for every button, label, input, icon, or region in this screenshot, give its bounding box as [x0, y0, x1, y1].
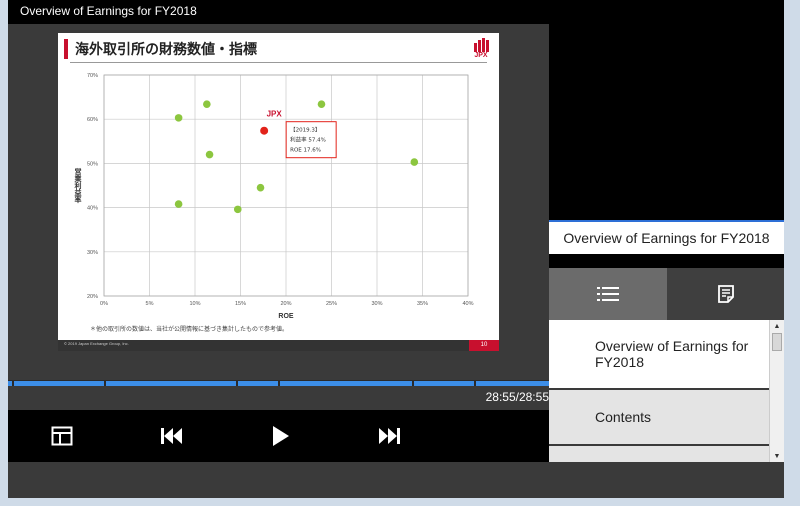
video-title: Overview of Earnings for FY2018 — [549, 222, 784, 254]
speaker-video[interactable] — [549, 24, 784, 220]
title-spacer — [549, 254, 784, 268]
x-tick-label: 0% — [100, 301, 108, 307]
y-tick-label: 40% — [87, 206, 98, 212]
slide: 海外取引所の財務数値・指標 JPX 0% 5% 10% 15% 20% 25% 30% 35%… — [58, 33, 499, 351]
slide-page-number: 10 — [469, 340, 499, 351]
play-icon — [273, 426, 289, 446]
list-icon — [597, 287, 619, 301]
y-tick-label: 60% — [87, 117, 98, 123]
tab-table-of-contents[interactable] — [549, 268, 667, 320]
window-title: Overview of Earnings for FY2018 — [8, 0, 784, 24]
time-display: 28:55/28:55 — [485, 390, 549, 404]
jpx-point — [259, 125, 270, 136]
slide-footer: © 2019 Japan Exchange Group, Inc. 10 — [58, 340, 499, 351]
status-area — [8, 462, 784, 498]
x-tick-label: 35% — [417, 301, 428, 307]
list-item-label: Overview of Earnings for FY2018 — [595, 338, 749, 370]
previous-button[interactable] — [160, 424, 184, 448]
scroll-thumb[interactable] — [772, 333, 782, 351]
sidebar-tabs — [549, 268, 784, 320]
list-item[interactable]: Contents — [549, 390, 769, 446]
annotation-text: 【2019.3】 — [290, 127, 320, 134]
data-point — [410, 158, 419, 166]
list-item[interactable]: Overview of Earnings for FY2018 — [549, 320, 769, 390]
data-point — [205, 150, 214, 159]
slide-copyright: © 2019 Japan Exchange Group, Inc. — [64, 341, 129, 346]
annotation-text: 利益率 57.4% — [290, 136, 326, 144]
notes-icon — [717, 285, 734, 303]
y-tick-label: 20% — [87, 294, 98, 300]
x-tick-label: 30% — [371, 301, 382, 307]
y-tick-label: 50% — [87, 161, 98, 167]
y-tick-label: 30% — [87, 250, 98, 256]
x-tick-label: 20% — [280, 301, 291, 307]
y-tick-label: 70% — [87, 73, 98, 79]
scrollbar[interactable]: ▲ ▼ — [769, 320, 784, 462]
scatter-chart: 0% 5% 10% 15% 20% 25% 30% 35% 40% 20% 30% 40% 50% 60%… — [74, 73, 474, 320]
skip-back-icon — [161, 428, 182, 444]
data-point — [174, 200, 183, 208]
play-button[interactable] — [269, 424, 293, 448]
y-axis-label: 営業利益率 — [74, 167, 83, 204]
chapter-list: Overview of Earnings for FY2018 Contents — [549, 320, 769, 462]
time-bar: 28:55/28:55 — [8, 386, 549, 410]
next-button[interactable] — [377, 424, 401, 448]
layout-icon — [51, 426, 73, 446]
window-edge — [784, 0, 800, 506]
data-point — [256, 183, 265, 192]
x-axis-label: ROE — [278, 313, 294, 320]
data-point — [233, 205, 242, 214]
list-item[interactable] — [549, 446, 769, 462]
list-item-label: Contents — [595, 409, 652, 425]
data-point — [317, 100, 326, 108]
x-tick-label: 25% — [326, 301, 337, 307]
data-point — [203, 100, 211, 108]
x-tick-label: 5% — [146, 301, 154, 307]
annotation-text: ROE 17.6% — [290, 148, 321, 154]
x-tick-label: 15% — [235, 301, 246, 307]
slide-footnote: ＊他の取引所の数値は、当社が公開情報に基づき集計したもので参考値。 — [90, 327, 289, 333]
data-point — [174, 114, 183, 122]
x-tick-label: 40% — [462, 301, 473, 307]
layout-button[interactable] — [50, 424, 74, 448]
scroll-up-icon[interactable]: ▲ — [770, 320, 784, 332]
tab-notes[interactable] — [667, 268, 784, 320]
skip-forward-icon — [379, 428, 400, 444]
x-tick-label: 10% — [189, 301, 200, 307]
jpx-point-label: JPX — [267, 110, 283, 119]
scroll-down-icon[interactable]: ▼ — [770, 450, 784, 462]
player-controls — [8, 410, 549, 462]
